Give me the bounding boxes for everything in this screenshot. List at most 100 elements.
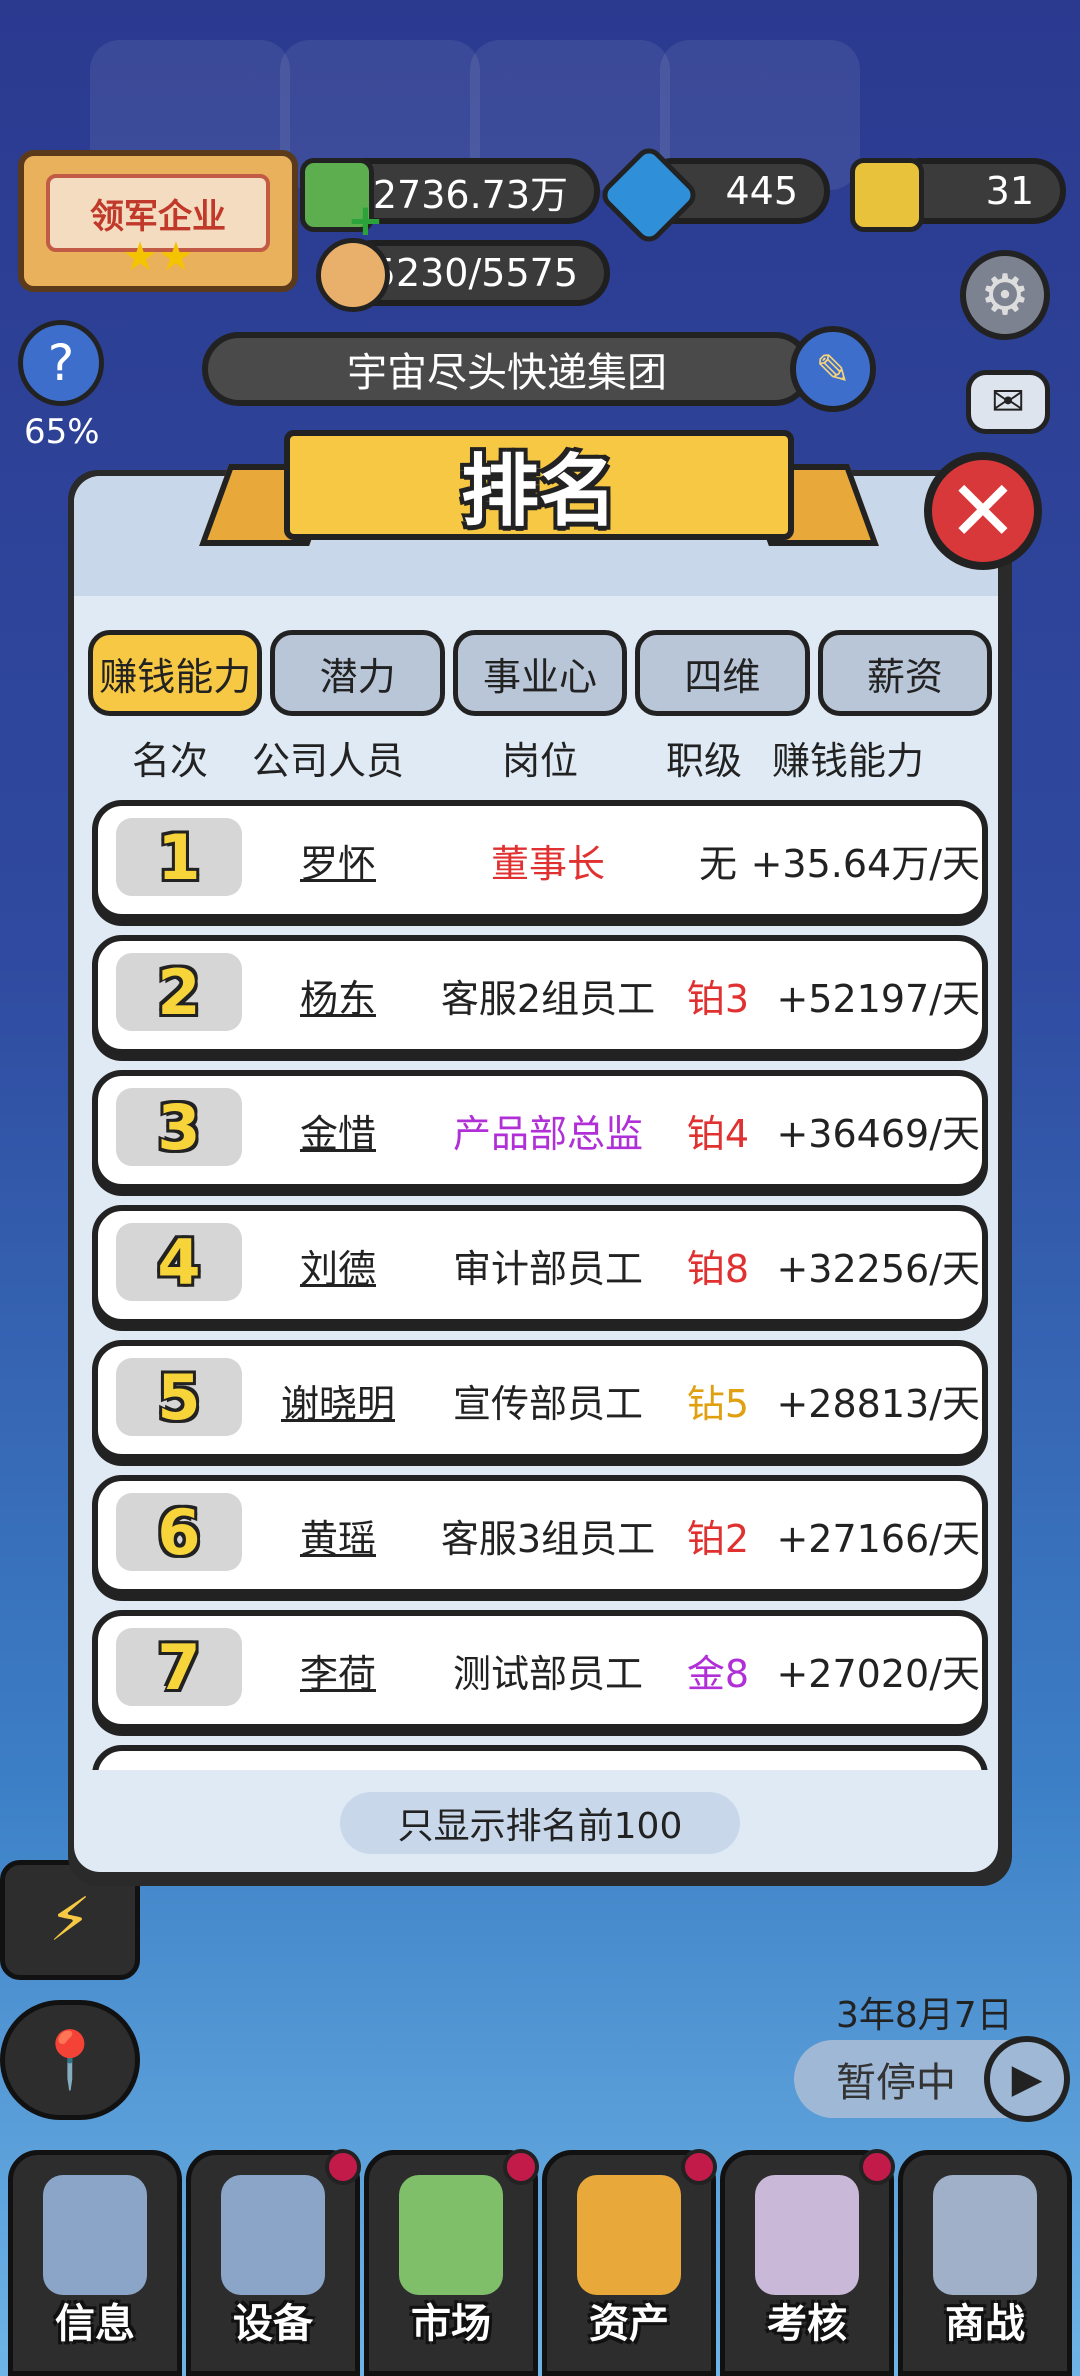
nav-assets[interactable]: 资产 (542, 2149, 717, 2376)
company-name: 宇宙尽头快递集团 (347, 350, 667, 396)
post-title: 产品部总监 (452, 1111, 643, 1156)
earning-value: +32256/天 (776, 1246, 980, 1291)
nav-equipment[interactable]: 设备 (186, 2149, 361, 2376)
help-icon[interactable]: ? (18, 320, 104, 406)
close-icon: ✕ (947, 462, 1019, 560)
staff-name[interactable]: 李荷 (248, 1616, 428, 1724)
earning-value: +27020/天 (776, 1651, 980, 1696)
table-row[interactable]: 2 杨东 客服2组员工 铂3 +52197/天 (92, 935, 988, 1055)
post-title: 客服3组员工 (440, 1516, 656, 1561)
printer-icon (221, 2175, 325, 2295)
diamond-value: 445 (725, 169, 798, 213)
lightning-icon: ⚡ (48, 1885, 92, 1955)
reputation-value: 5230/5575 (371, 251, 578, 295)
table-row[interactable]: 6 黄瑶 客服3组员工 铂2 +27166/天 (92, 1475, 988, 1595)
rank-number: 1 (116, 818, 242, 896)
notification-dot (503, 2149, 539, 2185)
building-icon (399, 2175, 503, 2295)
earning-value: +35.64万/天 (750, 841, 980, 886)
staff-name[interactable]: 谢晓明 (248, 1346, 428, 1454)
table-row[interactable]: 4 刘德 审计部员工 铂8 +32256/天 (92, 1205, 988, 1325)
pencil-icon[interactable]: ✎ (790, 326, 876, 412)
card-icon[interactable] (850, 158, 924, 232)
staff-name[interactable]: 罗怀 (248, 806, 428, 914)
col-staff: 公司人员 (252, 739, 405, 783)
table-row[interactable]: 3 金惜 产品部总监 铂4 +36469/天 (92, 1070, 988, 1190)
leading-enterprise-badge[interactable]: 领军企业 ★★ (18, 150, 298, 292)
col-grade: 职级 (666, 739, 743, 783)
mail-icon[interactable]: ✉ (966, 370, 1050, 434)
table-row[interactable] (92, 1745, 988, 1770)
tab-salary[interactable]: 薪资 (817, 630, 993, 716)
notification-dot (325, 2149, 361, 2185)
card-value: 31 (985, 169, 1034, 213)
tab-potential[interactable]: 潜力 (270, 630, 445, 716)
help-percent: 65% (24, 412, 100, 452)
post-title: 审计部员工 (452, 1246, 643, 1291)
play-button[interactable]: ▶ (984, 2036, 1070, 2122)
notification-dot (681, 2149, 717, 2185)
document-icon (755, 2175, 859, 2295)
company-name-bar: 宇宙尽头快递集团 (202, 332, 812, 406)
plus-icon: + (347, 195, 384, 246)
rank-number: 4 (116, 1223, 242, 1301)
tab-ambition[interactable]: 事业心 (452, 630, 628, 716)
earning-value: +28813/天 (776, 1381, 980, 1426)
notification-dot (859, 2149, 895, 2185)
table-row[interactable]: 5 谢晓明 宣传部员工 钻5 +28813/天 (92, 1340, 988, 1460)
play-icon: ▶ (1011, 2056, 1043, 2102)
thumbs-up-icon[interactable] (316, 238, 390, 312)
col-rank: 名次 (132, 739, 209, 783)
staff-name[interactable]: 黄瑶 (248, 1481, 428, 1589)
star-rating-icon: ★★ (122, 234, 194, 280)
rank-number: 7 (116, 1628, 242, 1706)
nav-info[interactable]: 信息 (8, 2150, 182, 2376)
ranking-tabs: 赚钱能力 潜力 事业心 四维 薪资 (88, 630, 993, 716)
nav-label: 商战 (945, 2301, 1025, 2347)
money-icon[interactable]: + (300, 158, 384, 243)
rank-number: 5 (116, 1358, 242, 1436)
post-title: 测试部员工 (452, 1651, 643, 1696)
rank-number: 2 (116, 953, 242, 1031)
ranking-list[interactable]: 1 罗怀 董事长无 +35.64万/天 2 杨东 客服2组员工 铂3 +52197/天 3 金惜 产品… (92, 800, 988, 1770)
staff-name[interactable]: 金惜 (248, 1076, 428, 1184)
table-row[interactable]: 7 李荷 测试部员工 金8 +27020/天 (92, 1610, 988, 1730)
nav-assessment[interactable]: 考核 (720, 2149, 895, 2376)
gear-icon[interactable]: ⚙ (960, 250, 1050, 340)
rank-number: 3 (116, 1088, 242, 1166)
earning-value: +36469/天 (776, 1111, 980, 1156)
bottom-nav: 信息 设备 市场 资产 考核 商战 (0, 2149, 1080, 2376)
post-title: 宣传部员工 (452, 1381, 643, 1426)
globe-pin-icon: 📍 (35, 2028, 105, 2093)
monitor-icon (43, 2175, 147, 2295)
nav-business-war[interactable]: 商战 (898, 2150, 1072, 2376)
map-button[interactable]: 📍 (0, 2000, 140, 2120)
nav-label: 资产 (589, 2301, 669, 2347)
game-date: 3年8月7日 (836, 1995, 1013, 2036)
post-title: 董事长 (490, 841, 605, 886)
rank-number: 6 (116, 1493, 242, 1571)
nav-label: 设备 (233, 2301, 313, 2347)
chess-icon (933, 2175, 1037, 2295)
table-header: 名次 公司人员 岗位 职级 赚钱能力 (90, 730, 990, 786)
tab-four-dimensions[interactable]: 四维 (635, 630, 810, 716)
table-row[interactable]: 1 罗怀 董事长无 +35.64万/天 (92, 800, 988, 920)
nav-label: 考核 (767, 2301, 847, 2347)
nav-market[interactable]: 市场 (364, 2149, 539, 2376)
earning-value: +52197/天 (776, 976, 980, 1021)
dialog-title: 排名 (284, 430, 794, 540)
col-post: 岗位 (502, 739, 579, 783)
tab-earning-ability[interactable]: 赚钱能力 (88, 630, 263, 716)
staff-name[interactable]: 刘德 (248, 1211, 428, 1319)
growth-chart-icon (577, 2175, 681, 2295)
close-button[interactable]: ✕ (924, 452, 1042, 570)
money-value: 2736.73万 (372, 172, 568, 217)
post-title: 客服2组员工 (440, 976, 656, 1021)
col-earning: 赚钱能力 (772, 739, 925, 783)
dialog-title-ribbon: 排名 (199, 430, 879, 550)
nav-label: 市场 (411, 2301, 491, 2347)
earning-value: +27166/天 (776, 1516, 980, 1561)
staff-name[interactable]: 杨东 (248, 941, 428, 1049)
top-100-note: 只显示排名前100 (340, 1792, 740, 1854)
nav-label: 信息 (55, 2301, 135, 2347)
